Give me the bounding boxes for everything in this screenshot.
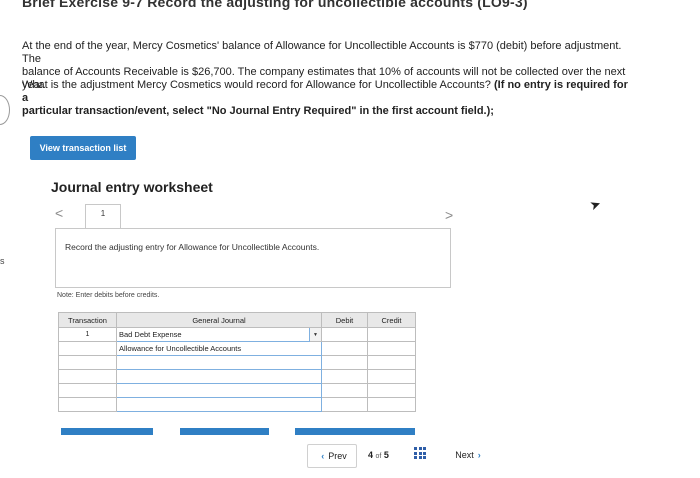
table-row [58, 397, 416, 412]
question-grid-icon[interactable] [414, 447, 426, 459]
transaction-cell [58, 341, 117, 356]
worksheet-prev-arrow-icon[interactable]: < [55, 205, 63, 221]
account-field[interactable] [116, 397, 322, 412]
view-transaction-list-button[interactable]: View transaction list [30, 136, 136, 160]
table-row [58, 369, 416, 384]
table-row: 1 Bad Debt Expense ▼ [58, 327, 416, 342]
debit-field[interactable] [321, 383, 368, 398]
clear-entry-button[interactable] [180, 428, 269, 435]
worksheet-title: Journal entry worksheet [51, 179, 213, 195]
side-panel-handle[interactable] [0, 95, 10, 125]
debit-field[interactable] [321, 369, 368, 384]
account-field[interactable]: Allowance for Uncollectible Accounts [116, 341, 322, 356]
transaction-cell: 1 [58, 327, 117, 342]
transaction-cell [58, 397, 117, 412]
worksheet-tab-1[interactable]: 1 [85, 204, 121, 229]
table-row [58, 383, 416, 398]
credit-field[interactable] [367, 397, 416, 412]
chevron-right-icon: › [477, 450, 481, 460]
chevron-left-icon: ‹ [321, 451, 325, 461]
account-field[interactable] [116, 355, 322, 370]
view-general-journal-button[interactable] [295, 428, 415, 435]
credit-field[interactable] [367, 327, 416, 342]
instruction-text-2: particular transaction/event, select "No… [22, 105, 494, 117]
debit-field[interactable] [321, 341, 368, 356]
header-debit: Debit [321, 312, 368, 328]
worksheet-next-arrow-icon[interactable]: > [445, 207, 453, 223]
account-field[interactable] [116, 383, 322, 398]
credit-field[interactable] [367, 369, 416, 384]
question-text: What is the adjustment Mercy Cosmetics w… [22, 79, 491, 91]
table-row: Allowance for Uncollectible Accounts [58, 341, 416, 356]
header-transaction: Transaction [58, 312, 117, 328]
account-dropdown-icon[interactable]: ▼ [309, 327, 322, 342]
credit-field[interactable] [367, 355, 416, 370]
next-label: Next [455, 450, 474, 460]
page-title: Brief Exercise 9-7 Record the adjusting … [22, 0, 528, 10]
prev-button[interactable]: ‹ Prev [307, 444, 357, 468]
edge-label: s [0, 256, 5, 266]
debit-field[interactable] [321, 327, 368, 342]
header-general-journal: General Journal [116, 312, 322, 328]
credit-field[interactable] [367, 383, 416, 398]
page-indicator: 4 of 5 [368, 450, 389, 460]
transaction-cell [58, 369, 117, 384]
prev-label: Prev [328, 451, 347, 461]
debit-field[interactable] [321, 355, 368, 370]
transaction-cell [58, 355, 117, 370]
credit-field[interactable] [367, 341, 416, 356]
entry-note: Note: Enter debits before credits. [57, 292, 160, 299]
task-instruction: Record the adjusting entry for Allowance… [65, 242, 320, 252]
account-field[interactable] [116, 369, 322, 384]
task-panel [55, 228, 451, 288]
transaction-cell [58, 383, 117, 398]
table-row [58, 355, 416, 370]
record-entry-button[interactable] [61, 428, 153, 435]
account-field[interactable]: Bad Debt Expense [116, 327, 310, 342]
header-credit: Credit [367, 312, 416, 328]
journal-table: Transaction General Journal Debit Credit… [58, 312, 416, 412]
next-button[interactable]: Next › [444, 444, 496, 466]
problem-question: What is the adjustment Mercy Cosmetics w… [22, 79, 637, 118]
problem-line-1: At the end of the year, Mercy Cosmetics'… [22, 40, 622, 65]
mouse-cursor-icon: ➤ [587, 195, 603, 214]
debit-field[interactable] [321, 397, 368, 412]
